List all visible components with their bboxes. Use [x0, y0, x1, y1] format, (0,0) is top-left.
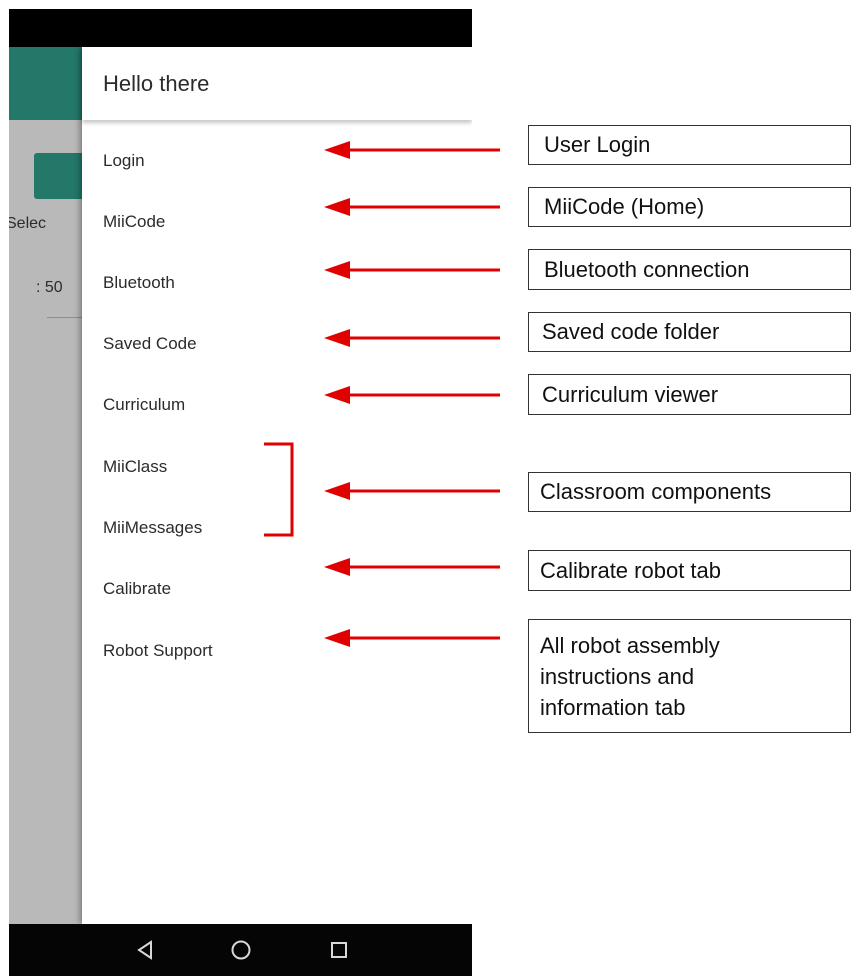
arrow-bluetooth — [324, 261, 500, 279]
annotation-classroom: Classroom components — [528, 472, 851, 512]
annotation-saved-code: Saved code folder — [528, 312, 851, 352]
annotation-robot-support-line2: instructions and — [540, 664, 695, 689]
arrow-robot-support — [324, 629, 500, 647]
arrow-classroom — [324, 482, 500, 500]
annotation-bluetooth-text: Bluetooth connection — [544, 257, 750, 282]
arrow-curriculum — [324, 386, 500, 404]
annotation-miicode-home-text: MiiCode (Home) — [544, 194, 705, 219]
arrow-login — [324, 141, 500, 159]
arrow-saved-code — [324, 329, 500, 347]
annotation-user-login: User Login — [528, 125, 851, 165]
annotation-curriculum-text: Curriculum viewer — [542, 382, 719, 407]
arrow-calibrate — [324, 558, 500, 576]
classroom-bracket — [264, 442, 294, 537]
annotation-user-login-text: User Login — [544, 132, 651, 157]
annotation-curriculum: Curriculum viewer — [528, 374, 851, 415]
annotation-robot-support-line1: All robot assembly — [540, 633, 720, 658]
arrow-miicode — [324, 198, 500, 216]
annotation-saved-code-text: Saved code folder — [542, 319, 720, 344]
annotation-bluetooth: Bluetooth connection — [528, 249, 851, 290]
annotation-robot-support-line3: information tab — [540, 695, 686, 720]
annotation-classroom-text: Classroom components — [540, 479, 772, 504]
annotation-calibrate-text: Calibrate robot tab — [540, 558, 721, 583]
annotation-robot-support: All robot assembly instructions and info… — [528, 619, 851, 733]
annotation-miicode-home: MiiCode (Home) — [528, 187, 851, 227]
annotation-calibrate: Calibrate robot tab — [528, 550, 851, 591]
